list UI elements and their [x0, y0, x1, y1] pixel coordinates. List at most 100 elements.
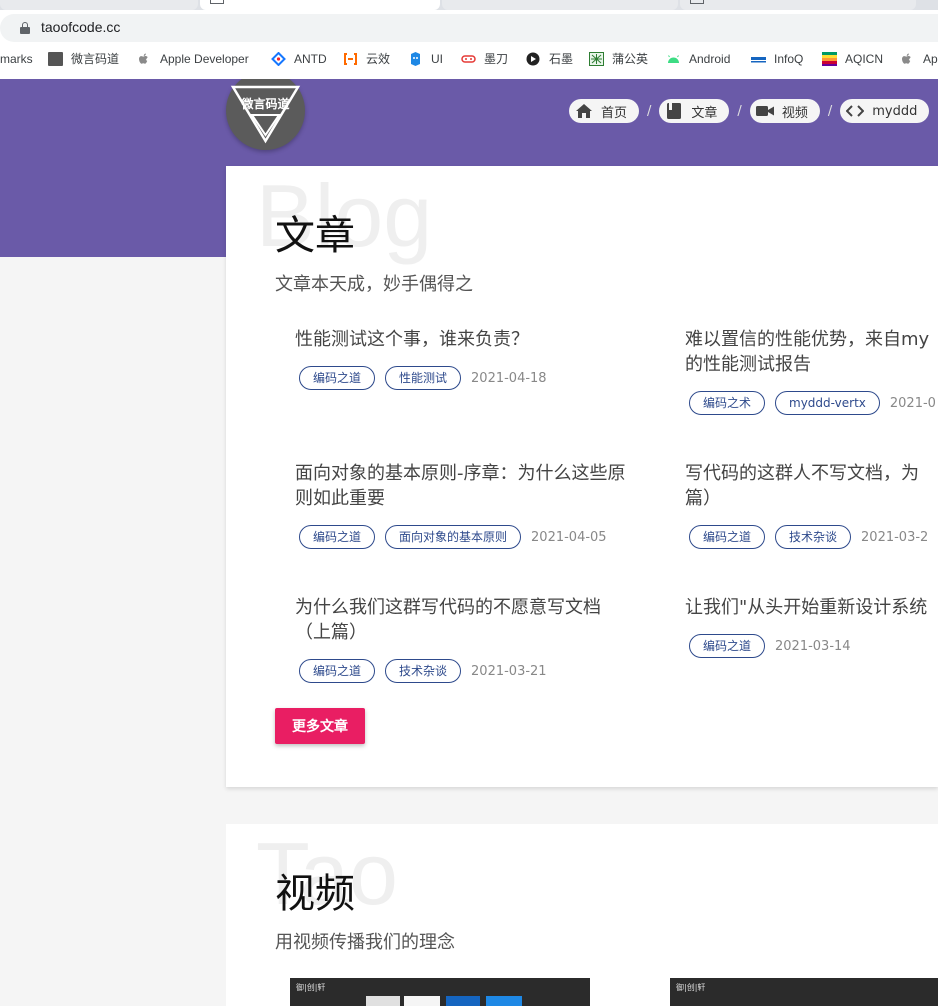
article-title[interactable]: 面向对象的基本原则-序章：为什么这些原 则如此重要 [295, 461, 655, 511]
antd-icon [271, 51, 286, 67]
tab-favicon-icon [210, 0, 224, 4]
apple-icon [137, 52, 152, 66]
tab-favicon-icon [690, 0, 704, 4]
aliyun-icon [343, 52, 358, 66]
tag-chip[interactable]: 面向对象的基本原则 [385, 525, 522, 549]
bookmark-label: 石墨 [549, 52, 574, 66]
site-favicon-icon [48, 52, 63, 66]
article-item: 难以置信的性能优势，来自my 的性能测试报告 编码之术 myddd-vertx … [685, 327, 938, 415]
section-title: 文章 [275, 213, 355, 259]
videos-card: Tao 视频 用视频传播我们的理念 御|创|轩 御|创|轩 [226, 824, 938, 1006]
article-title[interactable]: 性能测试这个事，谁来负责？ [295, 327, 655, 352]
thumbnail-watermark: 御|创|轩 [296, 983, 326, 992]
nav-videos[interactable]: 视频 [749, 99, 820, 123]
thumbnail-graphic [446, 996, 480, 1006]
article-title-line[interactable]: 则如此重要 [295, 486, 655, 511]
shimo-icon [526, 52, 541, 66]
url-text[interactable]: taoofcode.cc [41, 19, 120, 35]
browser-tab[interactable] [0, 0, 198, 10]
aqicn-icon [822, 52, 837, 66]
article-meta: 编码之道 技术杂谈 2021-03-21 [295, 659, 655, 683]
nav-articles[interactable]: 文章 [659, 99, 730, 123]
bookmark-item[interactable]: marks [0, 52, 33, 66]
article-meta: 编码之道 2021-03-14 [685, 634, 938, 658]
bookmark-item[interactable]: 石墨 [526, 52, 573, 66]
bookmark-item[interactable]: ANTD [271, 51, 327, 67]
bookmark-label: 微言码道 [71, 52, 120, 66]
bookmark-item[interactable]: Ap [900, 52, 938, 66]
tag-chip[interactable]: 编码之道 [299, 525, 376, 549]
address-bar[interactable] [0, 14, 938, 42]
section-subtitle: 用视频传播我们的理念 [275, 932, 455, 953]
article-title-line[interactable]: 写代码的这群人不写文档，为 [685, 461, 938, 486]
tab-strip [0, 0, 938, 10]
tag-chip[interactable]: 技术杂谈 [775, 525, 852, 549]
bookmark-item[interactable]: Android [666, 52, 730, 66]
nav-myddd[interactable]: myddd [840, 99, 930, 123]
article-date: 2021-03-21 [471, 663, 547, 679]
browser-tab-active[interactable] [200, 0, 440, 10]
bookmark-label: ANTD [294, 52, 327, 66]
logo-text: 微言码道 [241, 97, 290, 111]
bookmark-label: 墨刀 [484, 52, 509, 66]
article-date: 2021-03-2 [861, 529, 929, 545]
bookmark-item[interactable]: AQICN [822, 52, 883, 66]
article-title[interactable]: 为什么我们这群写代码的不愿意写文档 （上篇） [295, 595, 655, 645]
article-date: 2021-0 [889, 395, 936, 411]
browser-tab[interactable] [442, 0, 678, 10]
bookmark-item[interactable]: 云效 [343, 52, 390, 66]
bookmark-item[interactable]: 墨刀 [461, 52, 508, 66]
video-thumbnail[interactable]: 御|创|轩 [290, 978, 590, 1006]
article-item: 面向对象的基本原则-序章：为什么这些原 则如此重要 编码之道 面向对象的基本原则… [295, 461, 655, 549]
tag-chip[interactable]: 编码之道 [689, 634, 766, 658]
bookmark-label: Android [689, 52, 731, 66]
site-logo[interactable]: 微言码道 [226, 79, 305, 150]
article-date: 2021-04-18 [471, 370, 547, 386]
article-title-line[interactable]: 为什么我们这群写代码的不愿意写文档 [295, 595, 655, 620]
logo-triangle-icon [230, 85, 301, 144]
article-title-line[interactable]: 难以置信的性能优势，来自my [685, 327, 938, 352]
article-title[interactable]: 难以置信的性能优势，来自my 的性能测试报告 [685, 327, 938, 377]
section-title: 视频 [275, 871, 355, 917]
nav-home[interactable]: 首页 [569, 99, 640, 123]
article-title-line[interactable]: 性能测试这个事，谁来负责？ [295, 327, 655, 352]
articles-card: Blog 文章 文章本天成，妙手偶得之 性能测试这个事，谁来负责？ 编码之道 性… [226, 166, 938, 787]
bookmark-item[interactable]: InfoQ [751, 52, 803, 66]
web-page: 微言码道 首页 / 文章 / 视频 / myddd Blog 文章 文章本天成，… [0, 79, 938, 1006]
tag-chip[interactable]: 编码之术 [689, 391, 766, 415]
tag-chip[interactable]: 编码之道 [299, 366, 376, 390]
bookmark-item[interactable]: 微言码道 [48, 52, 119, 66]
home-icon [575, 103, 593, 119]
bookmarks-bar: marks 微言码道 Apple Developer ANTD 云效 UI 墨刀 [0, 47, 938, 73]
nav-separator: / [737, 103, 742, 119]
tag-chip[interactable]: 技术杂谈 [385, 659, 462, 683]
apple-icon [900, 52, 915, 66]
bookmark-label: AQICN [845, 52, 884, 66]
browser-chrome: taoofcode.cc marks 微言码道 Apple Developer … [0, 0, 938, 79]
article-title-line[interactable]: （上篇） [295, 620, 655, 645]
article-title-line[interactable]: 让我们"从头开始重新设计系统 [685, 595, 938, 620]
thumbnail-graphic [486, 996, 522, 1006]
pgyer-icon [589, 52, 604, 66]
bookmark-item[interactable]: 蒲公英 [589, 52, 648, 66]
article-title[interactable]: 让我们"从头开始重新设计系统 [685, 595, 938, 620]
bookmark-label: UI [431, 52, 443, 66]
article-item: 写代码的这群人不写文档，为 篇） 编码之道 技术杂谈 2021-03-2 [685, 461, 938, 549]
tag-chip[interactable]: myddd-vertx [775, 391, 880, 415]
bookmark-item[interactable]: UI [408, 52, 443, 66]
article-title[interactable]: 写代码的这群人不写文档，为 篇） [685, 461, 938, 511]
article-title-line[interactable]: 面向对象的基本原则-序章：为什么这些原 [295, 461, 655, 486]
bookmark-label: 云效 [366, 52, 391, 66]
code-icon [845, 103, 865, 119]
video-thumbnail[interactable]: 御|创|轩 [670, 978, 938, 1006]
bookmark-label: marks [0, 52, 33, 66]
tag-chip[interactable]: 编码之道 [689, 525, 766, 549]
tag-chip[interactable]: 编码之道 [299, 659, 376, 683]
article-title-line[interactable]: 篇） [685, 486, 938, 511]
article-title-line[interactable]: 的性能测试报告 [685, 352, 938, 377]
more-articles-button[interactable]: 更多文章 [275, 708, 365, 744]
bookmark-item[interactable]: Apple Developer [137, 52, 249, 66]
thumbnail-graphic [366, 996, 400, 1006]
browser-tab[interactable] [680, 0, 916, 10]
tag-chip[interactable]: 性能测试 [385, 366, 462, 390]
